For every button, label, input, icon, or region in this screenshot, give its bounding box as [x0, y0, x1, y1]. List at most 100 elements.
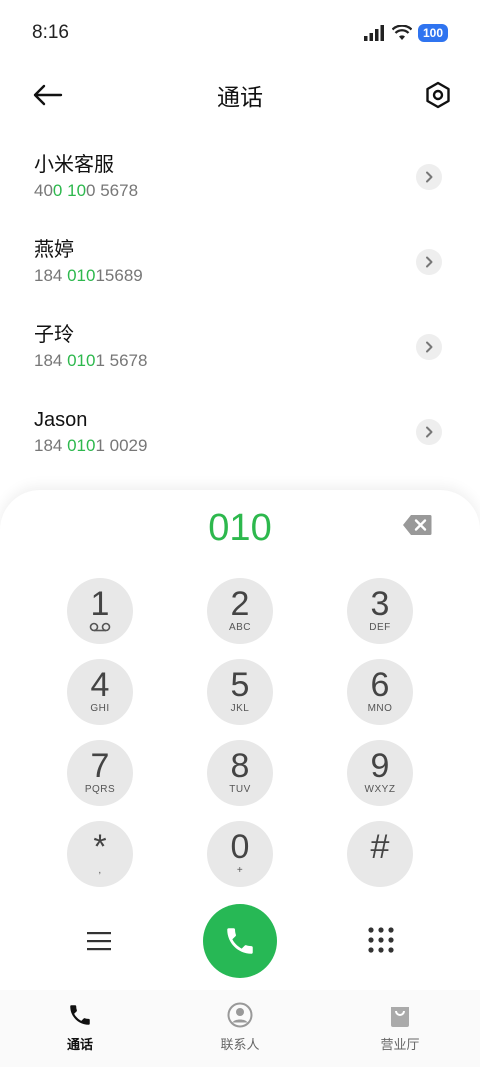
nav-tab-contacts[interactable]: 联系人 [180, 1002, 300, 1067]
contact-result-item[interactable]: 子玲 184 0101 5678 [0, 304, 480, 389]
number-match-highlight: 010 [67, 265, 96, 285]
contact-result-item[interactable]: 小米客服 400 100 5678 [0, 134, 480, 219]
contact-result-item[interactable]: Jason 184 0101 0029 [0, 389, 480, 474]
key-digit: 3 [370, 585, 390, 623]
key-letters: DEF [369, 622, 391, 633]
number-segment: 184 [34, 350, 68, 370]
key-digit: # [370, 828, 390, 866]
dial-key-6[interactable]: 6 MNO [347, 659, 413, 725]
detail-chevron-button[interactable] [416, 248, 442, 275]
key-digit: 8 [230, 747, 250, 785]
key-digit: * [93, 828, 107, 866]
number-segment: 1 5678 [95, 350, 148, 370]
contact-name: 小米客服 [34, 153, 114, 176]
dial-key-3[interactable]: 3 DEF [347, 578, 413, 644]
dial-key-5[interactable]: 5 JKL [207, 659, 273, 725]
number-segment: 40 [34, 180, 53, 200]
number-segment: 0 5678 [86, 180, 139, 200]
chevron-right-icon [426, 426, 433, 437]
nav-label-calls: 通话 [66, 1037, 93, 1052]
back-arrow-icon [33, 84, 63, 106]
detail-chevron-button[interactable] [416, 333, 442, 360]
detail-chevron-button[interactable] [416, 163, 442, 190]
contact-number: 184 0101 0029 [34, 434, 147, 458]
number-segment: 15689 [95, 265, 143, 285]
contact-results-list: 小米客服 400 100 5678 燕婷 184 01015689 子玲 184 0101… [0, 134, 480, 474]
nav-label-contacts: 联系人 [220, 1037, 260, 1052]
wifi-icon [391, 25, 412, 40]
contact-name: 燕婷 [34, 238, 74, 261]
number-segment: 184 [34, 435, 68, 455]
number-segment: 1 0029 [95, 435, 148, 455]
key-letters: GHI [90, 703, 110, 714]
battery-indicator: 100 [417, 24, 448, 42]
contact-result-text: 子玲 184 0101 5678 [34, 321, 147, 373]
keypad-grid-icon[interactable] [368, 927, 394, 953]
contact-result-text: 小米客服 400 100 5678 [34, 151, 138, 203]
contact-number: 184 01015689 [34, 264, 143, 288]
chevron-right-icon [426, 256, 433, 267]
dial-key-1[interactable]: 1 [67, 578, 133, 644]
key-letters: TUV [229, 784, 251, 795]
page-title: 通话 [217, 84, 263, 110]
dial-key-star[interactable]: *, [67, 821, 133, 887]
contact-number: 400 100 5678 [34, 179, 138, 203]
chevron-right-icon [426, 341, 433, 352]
number-match-highlight: 010 [67, 435, 96, 455]
key-digit: 2 [230, 585, 250, 623]
status-bar: 8:16 100 [0, 0, 480, 66]
back-button[interactable] [28, 75, 68, 115]
nav-label-service-hall: 营业厅 [380, 1037, 420, 1052]
number-segment: 184 [34, 265, 68, 285]
dial-key-4[interactable]: 4 GHI [67, 659, 133, 725]
bottom-nav: 通话 联系人 营业厅 [0, 990, 480, 1067]
key-letters: WXYZ [364, 784, 396, 795]
dial-key-7[interactable]: 7 PQRS [67, 740, 133, 806]
bag-icon [391, 1007, 409, 1027]
key-letters: ABC [228, 622, 252, 633]
number-match-highlight: 0 [52, 180, 63, 200]
phone-icon [70, 1005, 90, 1025]
key-digit: 7 [90, 747, 110, 785]
key-digit: 4 [90, 666, 110, 704]
header: 通话 [0, 70, 480, 120]
key-letters: JKL [230, 703, 250, 714]
key-letters: PQRS [84, 784, 116, 795]
person-icon [227, 1002, 253, 1028]
dial-key-8[interactable]: 8 TUV [207, 740, 273, 806]
dial-key-hash[interactable]: # [347, 821, 413, 887]
contact-result-text: Jason 184 0101 0029 [34, 406, 147, 458]
contact-name: Jason [34, 408, 88, 431]
key-digit: 6 [370, 666, 390, 704]
backspace-icon[interactable] [402, 514, 432, 536]
status-icons: 100 [363, 24, 448, 42]
contact-number: 184 0101 5678 [34, 349, 147, 373]
nav-tab-calls[interactable]: 通话 [20, 1002, 140, 1067]
chevron-right-icon [426, 171, 433, 182]
key-letters: MNO [367, 703, 393, 714]
key-letters: , [98, 865, 102, 876]
dial-key-2[interactable]: 2 ABC [207, 578, 273, 644]
call-button[interactable] [203, 904, 277, 978]
dial-key-9[interactable]: 9 WXYZ [347, 740, 413, 806]
menu-icon[interactable] [86, 929, 112, 953]
key-digit: 9 [370, 747, 390, 785]
contact-name: 子玲 [34, 323, 74, 346]
signal-icon [363, 25, 384, 41]
key-letters: + [236, 865, 244, 876]
key-digit: 5 [230, 666, 250, 704]
contact-result-text: 燕婷 184 01015689 [34, 236, 143, 288]
voicemail-icon [89, 622, 111, 634]
detail-chevron-button[interactable] [416, 418, 442, 445]
phone-handset-icon [227, 928, 253, 954]
dial-key-0[interactable]: 0 + [207, 821, 273, 887]
key-digit: 1 [90, 585, 110, 623]
nav-tab-service-hall[interactable]: 营业厅 [340, 1002, 460, 1067]
settings-hexagon-icon [426, 81, 450, 109]
status-time: 8:16 [32, 22, 69, 43]
number-match-highlight: 10 [67, 180, 87, 200]
settings-button[interactable] [418, 75, 458, 115]
key-digit: 0 [230, 828, 250, 866]
contact-result-item[interactable]: 燕婷 184 01015689 [0, 219, 480, 304]
number-match-highlight: 010 [67, 350, 96, 370]
